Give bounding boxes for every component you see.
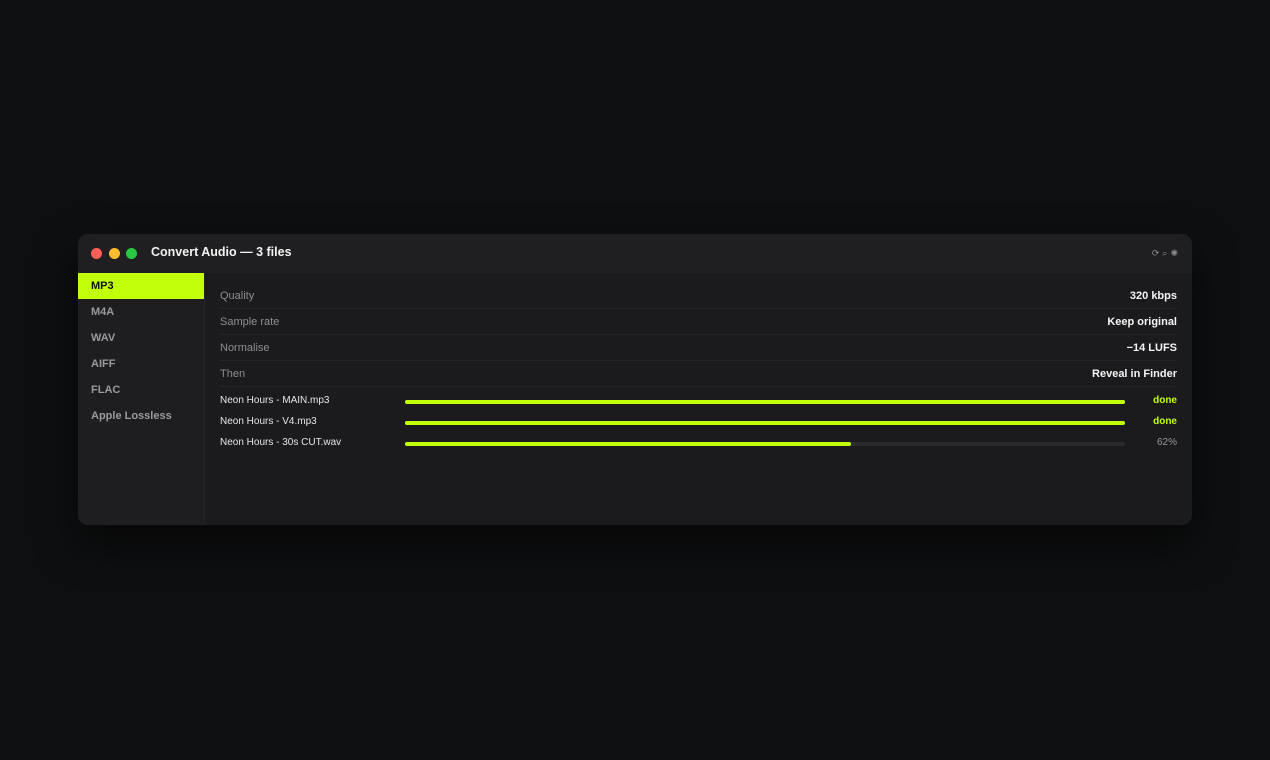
file-progress-list: Neon Hours - MAIN.mp3 done Neon Hours - …	[220, 391, 1177, 454]
file-status: 62%	[1156, 437, 1177, 448]
progress-bar	[405, 400, 1125, 404]
convert-audio-window: Convert Audio — 3 files ⟳ ⌕ ✺ MP3 M4A WA…	[78, 234, 1192, 525]
refresh-icon[interactable]: ⟳	[1152, 247, 1160, 260]
progress-bar	[405, 442, 1125, 446]
setting-label: Quality	[220, 289, 255, 302]
file-name: Neon Hours - 30s CUT.wav	[220, 437, 342, 448]
sidebar-item-mp3[interactable]: MP3	[78, 273, 204, 299]
setting-label: Then	[220, 367, 246, 380]
setting-label: Normalise	[220, 341, 270, 354]
title-bar: Convert Audio — 3 files ⟳ ⌕ ✺	[78, 234, 1192, 273]
setting-value[interactable]: 320 kbps	[1130, 290, 1177, 302]
file-name: Neon Hours - V4.mp3	[220, 416, 317, 427]
sidebar-item-apple-lossless[interactable]: Apple Lossless	[78, 403, 204, 429]
minimize-window-button[interactable]	[109, 248, 120, 259]
file-progress-row: Neon Hours - MAIN.mp3 done	[220, 391, 1177, 412]
setting-row-normalise[interactable]: Normalise −14 LUFS	[220, 335, 1177, 361]
setting-value[interactable]: Keep original	[1107, 316, 1177, 328]
file-progress-row: Neon Hours - V4.mp3 done	[220, 412, 1177, 433]
close-window-button[interactable]	[91, 248, 102, 259]
sidebar-item-wav[interactable]: WAV	[78, 325, 204, 351]
setting-row-quality[interactable]: Quality 320 kbps	[220, 283, 1177, 309]
search-icon[interactable]: ⌕	[1162, 247, 1167, 260]
sidebar-item-aiff[interactable]: AIFF	[78, 351, 204, 377]
sidebar-item-m4a[interactable]: M4A	[78, 299, 204, 325]
progress-fill	[405, 442, 852, 446]
format-sidebar: MP3 M4A WAV AIFF FLAC Apple Lossless	[78, 273, 205, 525]
file-status: done	[1153, 416, 1177, 427]
window-title: Convert Audio — 3 files	[151, 245, 292, 259]
setting-label: Sample rate	[220, 315, 280, 328]
setting-value[interactable]: −14 LUFS	[1127, 342, 1177, 354]
file-progress-row: Neon Hours - 30s CUT.wav 62%	[220, 433, 1177, 454]
sidebar-item-flac[interactable]: FLAC	[78, 377, 204, 403]
setting-value[interactable]: Reveal in Finder	[1092, 368, 1177, 380]
toolbar-icons: ⟳ ⌕ ✺	[1152, 247, 1178, 260]
zoom-window-button[interactable]	[126, 248, 137, 259]
progress-fill	[405, 400, 1125, 404]
settings-icon[interactable]: ✺	[1170, 247, 1178, 260]
progress-fill	[405, 421, 1125, 425]
setting-row-sample-rate[interactable]: Sample rate Keep original	[220, 309, 1177, 335]
file-status: done	[1153, 395, 1177, 406]
setting-row-then[interactable]: Then Reveal in Finder	[220, 361, 1177, 387]
progress-bar	[405, 421, 1125, 425]
file-name: Neon Hours - MAIN.mp3	[220, 395, 330, 406]
settings-panel: Quality 320 kbps Sample rate Keep origin…	[220, 283, 1177, 454]
